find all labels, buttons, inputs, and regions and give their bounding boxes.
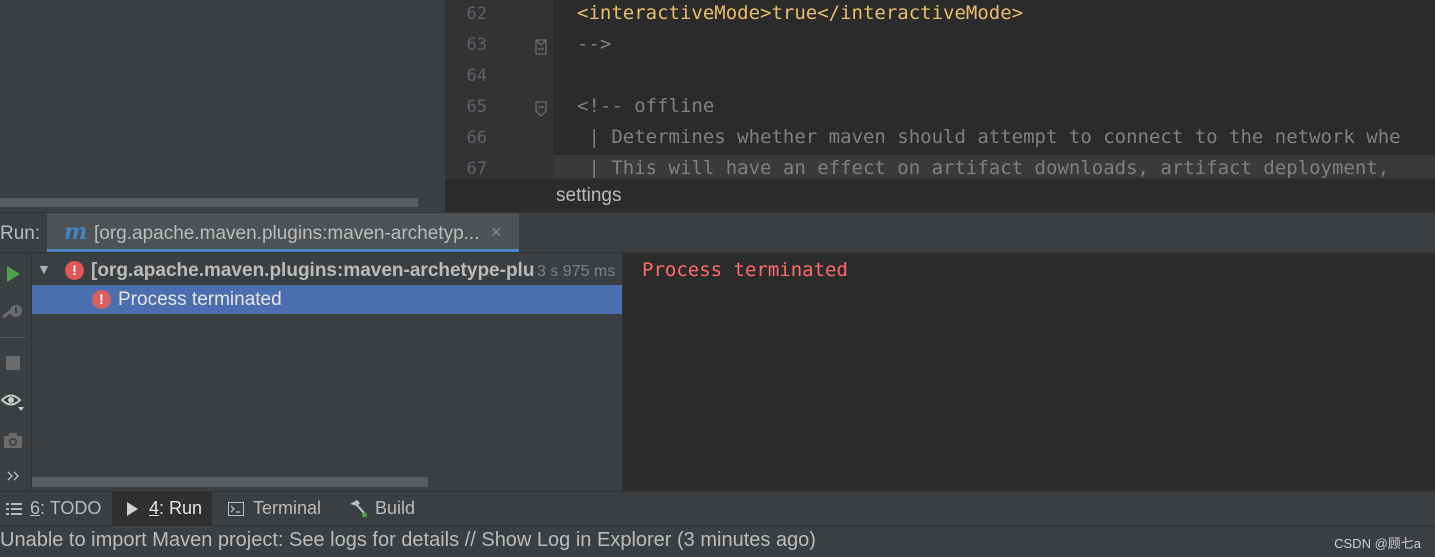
run-tree: ▼ ! [org.apache.maven.plugins:maven-arch… (32, 253, 623, 491)
camera-icon (4, 433, 22, 448)
tab-active-indicator (47, 249, 519, 252)
rerun-icon (7, 266, 20, 282)
line-number: 67 (466, 159, 487, 178)
tree-row-root[interactable]: ▼ ! [org.apache.maven.plugins:maven-arch… (32, 255, 622, 285)
error-icon: ! (65, 261, 84, 280)
line-number: 63 (466, 35, 487, 55)
rerun-button[interactable] (0, 261, 26, 287)
tree-row-selected[interactable]: ! Process terminated (32, 285, 622, 314)
terminal-icon (228, 501, 244, 516)
eye-icon (1, 394, 24, 411)
run-tab-title: [org.apache.maven.plugins:maven-archetyp… (94, 223, 480, 244)
double-chevron-icon (7, 471, 19, 481)
stop-icon (6, 356, 20, 370)
project-pane (0, 0, 445, 212)
tool-window-build[interactable]: Build (348, 492, 428, 525)
console-output[interactable]: Process terminated (623, 253, 1435, 491)
code-line: 66 | Determines whether maven should att… (445, 124, 1435, 155)
fold-end-icon[interactable] (534, 39, 548, 55)
tree-child-label: Process terminated (118, 289, 282, 310)
tool-window-bar: 6 : TODO 4 : Run Terminal Build (0, 491, 1435, 525)
tool-window-label: Terminal (253, 498, 322, 518)
list-icon (6, 502, 22, 515)
line-number: 62 (466, 4, 487, 24)
code-line: 64 (445, 62, 1435, 93)
hammer-icon (350, 499, 367, 517)
tool-window-run[interactable]: 4 : Run (112, 492, 212, 525)
code-line: 65 <!-- offline (445, 93, 1435, 124)
debug-button[interactable] (0, 300, 26, 326)
code-line: 63 --> (445, 31, 1435, 62)
code-line: 67 | This will have an effect on artifac… (445, 155, 1435, 178)
error-icon: ! (92, 290, 111, 309)
close-icon[interactable]: × (491, 222, 502, 243)
tree-root-title: [org.apache.maven.plugins:maven-archetyp… (91, 260, 535, 281)
horizontal-scrollbar[interactable] (32, 477, 428, 487)
run-window-header: Run: m [org.apache.maven.plugins:maven-a… (0, 212, 1435, 253)
expand-toggle-icon[interactable]: ▼ (37, 261, 51, 277)
maven-icon: m (64, 219, 88, 245)
run-window-label: Run: (0, 223, 41, 244)
debug-icon (2, 305, 22, 319)
tool-window-todo[interactable]: 6 : TODO (0, 492, 106, 525)
tool-window-number: 6 (30, 498, 41, 518)
toolbar-separator (0, 337, 26, 338)
run-toolbar (0, 253, 32, 491)
view-options-button[interactable] (0, 389, 26, 415)
horizontal-scrollbar[interactable] (0, 198, 418, 207)
status-message[interactable]: Unable to import Maven project: See logs… (0, 529, 816, 552)
more-actions-button[interactable] (0, 463, 26, 489)
status-bar: Unable to import Maven project: See logs… (0, 525, 1435, 557)
screenshot-button[interactable] (0, 428, 26, 454)
breadcrumb: settings (445, 178, 1435, 212)
fold-start-icon[interactable] (534, 101, 548, 117)
tool-window-terminal[interactable]: Terminal (228, 492, 334, 525)
stop-button[interactable] (0, 350, 26, 376)
code-text: --> (577, 33, 612, 55)
play-icon (127, 501, 138, 516)
tool-window-label: : TODO (40, 498, 102, 518)
tool-window-label: Build (375, 498, 416, 518)
elapsed-time: 3 s 975 ms (537, 263, 616, 280)
code-text: <interactiveMode>true</interactiveMode> (577, 2, 1024, 24)
code-text: | Determines whether maven should attemp… (577, 126, 1401, 148)
console-line: Process terminated (642, 259, 848, 281)
line-number: 66 (466, 128, 487, 148)
code-line: 62 <interactiveMode>true</interactiveMod… (445, 0, 1435, 31)
line-number: 65 (466, 97, 487, 117)
watermark: CSDN @顾七a (1334, 536, 1421, 551)
code-text: <!-- offline (577, 95, 715, 117)
line-number: 64 (466, 66, 487, 86)
code-text: | This will have an effect on artifact d… (577, 157, 1390, 178)
code-editor[interactable]: 62 <interactiveMode>true</interactiveMod… (445, 0, 1435, 178)
tool-window-label: : Run (159, 498, 203, 518)
breadcrumb-item[interactable]: settings (556, 185, 621, 207)
tool-window-number: 4 (149, 498, 160, 518)
